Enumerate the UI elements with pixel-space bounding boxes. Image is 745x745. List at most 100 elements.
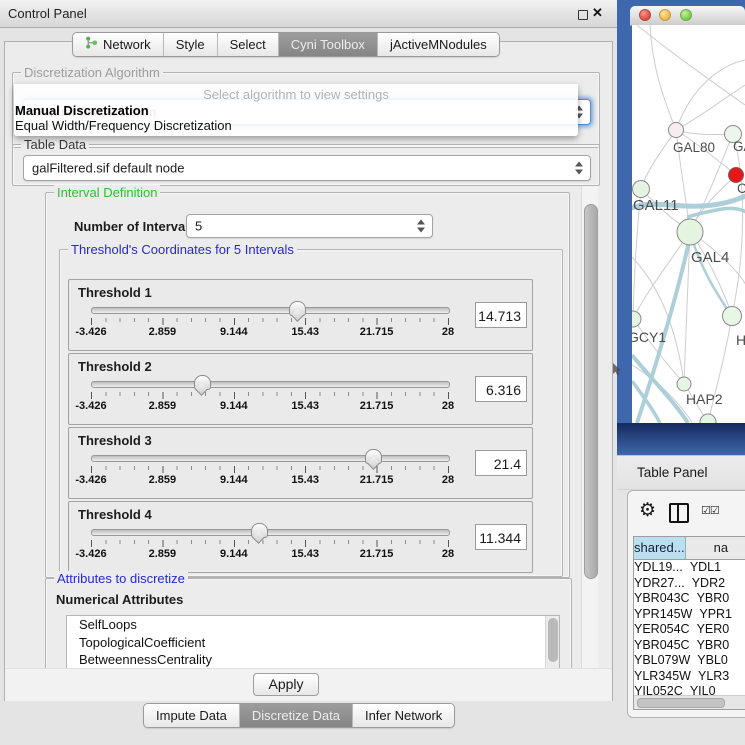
scale-tick-label: 2.859 [149,400,177,412]
threshold-label: Threshold 2 [78,359,152,374]
threshold-2-slider[interactable]: -3.4262.8599.14415.4321.71528 [91,378,448,414]
node-label: GCY1 [632,329,666,345]
threshold-4-slider[interactable]: -3.4262.8599.14415.4321.71528 [91,526,448,562]
threshold-value-field[interactable]: 6.316 [475,376,527,402]
network-view-window[interactable]: GAL80 GA C GAL11 GAL4 GCY1 H HAP2 [617,0,745,455]
list-scrollbar[interactable] [545,616,559,669]
control-panel-titlebar[interactable]: Control Panel ✕ [0,0,617,28]
select-all-checkboxes-icon[interactable]: ☑☑ [701,504,719,517]
scale-tick-label: 15.43 [291,326,319,338]
table-horizontal-scrollbar[interactable] [634,695,745,709]
table-row[interactable]: YLR345WYLR3 [634,669,745,685]
slider-thumb[interactable] [194,375,211,390]
network-window-titlebar[interactable] [630,6,745,26]
node-hap2[interactable] [677,377,691,391]
cell-shared-name[interactable]: YDR27... [634,576,686,592]
slider-track[interactable] [91,307,450,314]
node-gal4[interactable] [677,219,703,245]
node-attribute-table[interactable]: shared... na YDL19...YDL1YDR27...YDR2YBR… [633,536,745,710]
tab-impute-data[interactable]: Impute Data [144,704,239,727]
cell-shared-name[interactable]: YPR145W [634,607,693,623]
zoom-traffic-light-icon[interactable] [680,9,692,21]
cell-name[interactable]: YLR3 [692,669,745,685]
scale-tick-label: -3.426 [75,474,106,486]
node-gcy1[interactable] [632,311,641,327]
close-icon[interactable]: ✕ [592,5,603,21]
cell-name[interactable]: YDR2 [686,576,745,592]
scrollbar-thumb[interactable] [548,618,558,662]
slider-thumb[interactable] [289,301,306,316]
table-row[interactable]: YDR27...YDR2 [634,576,745,592]
cell-name[interactable]: YDL1 [684,560,745,576]
threshold-value-field[interactable]: 11.344 [475,524,527,550]
tab-cyni-toolbox-label: Cyni Toolbox [291,33,365,56]
table-data-combobox[interactable]: galFiltered.sif default node [23,155,591,181]
slider-thumb[interactable] [251,523,268,538]
attribute-item[interactable]: SelfLoops [67,616,559,634]
number-of-intervals-combobox[interactable]: 5 [186,214,433,238]
apply-button[interactable]: Apply [253,673,319,696]
tab-cyni-toolbox[interactable]: Cyni Toolbox [278,33,377,56]
network-canvas[interactable]: GAL80 GA C GAL11 GAL4 GCY1 H HAP2 [632,25,745,423]
float-window-icon[interactable] [578,10,588,20]
table-row[interactable]: YBR045CYBR0 [634,638,745,654]
slider-track[interactable] [91,529,450,536]
scale-tick-label: 9.144 [220,548,248,560]
close-traffic-light-icon[interactable] [639,9,651,21]
table-row[interactable]: YBR043CYBR0 [634,591,745,607]
column-header-shared-name[interactable]: shared... [634,537,686,559]
dropdown-option-manual[interactable]: Manual Discretization [15,103,149,118]
cell-name[interactable]: YER0 [691,622,745,638]
cell-name[interactable]: YBR0 [691,591,745,607]
scrollbar-thumb[interactable] [584,204,598,579]
cell-shared-name[interactable]: YER054C [634,622,691,638]
cell-shared-name[interactable]: YDL19... [634,560,684,576]
tab-jactivemnodules[interactable]: jActiveMNodules [377,33,499,56]
cell-shared-name[interactable]: YBR043C [634,591,691,607]
table-row[interactable]: YER054CYER0 [634,622,745,638]
threshold-3-slider[interactable]: -3.4262.8599.14415.4321.71528 [91,452,448,488]
tab-select[interactable]: Select [217,33,278,56]
cell-shared-name[interactable]: YBR045C [634,638,691,654]
slider-major-ticks [91,392,449,399]
column-header-name[interactable]: na [686,537,745,559]
node-h[interactable] [723,307,742,326]
dropdown-option-equal-width[interactable]: Equal Width/Frequency Discretization [15,118,232,133]
table-panel-header[interactable]: Table Panel [617,455,745,490]
table-row[interactable]: YPR145WYPR1 [634,607,745,623]
node-gal80[interactable] [669,123,684,138]
tab-network-label: Network [103,33,151,56]
cell-name[interactable]: YBL0 [691,653,745,669]
table-row[interactable]: YDL19...YDL1 [634,560,745,576]
node-bottom[interactable] [700,414,716,423]
slider-track[interactable] [91,381,450,388]
columns-icon[interactable] [669,503,689,523]
slider-scale-labels: -3.4262.8599.14415.4321.71528 [91,400,448,412]
slider-thumb[interactable] [365,449,382,464]
threshold-value-field[interactable]: 14.713 [475,302,527,328]
cell-shared-name[interactable]: YBL079W [634,653,691,669]
gear-icon[interactable]: ⚙ [639,501,656,520]
attribute-item[interactable]: BetweennessCentrality [67,651,559,669]
threshold-1-slider[interactable]: -3.4262.8599.14415.4321.71528 [91,304,448,340]
table-panel-title: Table Panel [637,465,708,480]
main-vertical-scrollbar[interactable] [581,186,598,698]
table-row[interactable]: YBL079WYBL0 [634,653,745,669]
threshold-value-field[interactable]: 21.4 [475,450,527,476]
tab-style[interactable]: Style [163,33,217,56]
minimize-traffic-light-icon[interactable] [659,9,671,21]
cell-shared-name[interactable]: YLR345W [634,669,692,685]
tab-discretize-data[interactable]: Discretize Data [239,704,352,727]
node-label: GAL80 [673,140,715,155]
tab-infer-network[interactable]: Infer Network [352,704,454,727]
scale-tick-label: 28 [442,474,454,486]
tab-network[interactable]: Network [73,33,163,56]
scrollbar-thumb[interactable] [637,698,725,708]
cell-name[interactable]: YPR1 [693,607,745,623]
table-data-group: Table Data galFiltered.sif default node [12,144,600,186]
slider-track[interactable] [91,455,450,462]
cell-name[interactable]: YBR0 [691,638,745,654]
node-gal11[interactable] [633,181,650,198]
numerical-attributes-list[interactable]: SelfLoopsTopologicalCoefficientBetweenne… [66,615,560,670]
attribute-item[interactable]: TopologicalCoefficient [67,634,559,652]
